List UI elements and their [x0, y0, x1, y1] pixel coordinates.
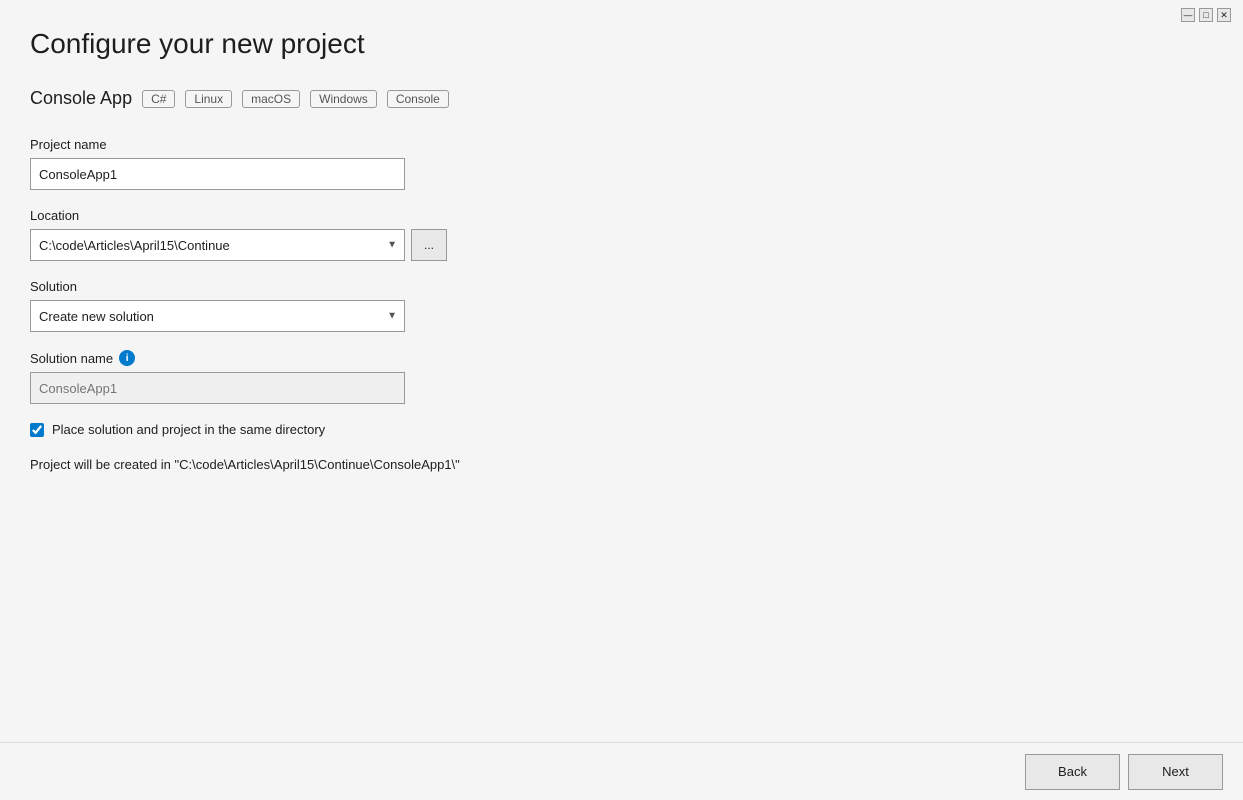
main-container: — □ ✕ Configure your new project Console…: [0, 0, 1243, 800]
window-maximize[interactable]: □: [1199, 8, 1213, 22]
solution-group: Solution Create new solution Add to exis…: [30, 279, 1213, 332]
window-minimize[interactable]: —: [1181, 8, 1195, 22]
template-info-row: Console App C# Linux macOS Windows Conso…: [30, 88, 1213, 109]
back-button[interactable]: Back: [1025, 754, 1120, 790]
project-name-group: Project name: [30, 137, 1213, 190]
tag-macos: macOS: [242, 90, 300, 108]
solution-select[interactable]: Create new solution Add to existing solu…: [30, 300, 405, 332]
location-row: ▼ ...: [30, 229, 1213, 261]
solution-label: Solution: [30, 279, 1213, 294]
solution-name-input[interactable]: [30, 372, 405, 404]
window-controls-area: — □ ✕: [1181, 8, 1231, 22]
browse-button[interactable]: ...: [411, 229, 447, 261]
project-name-label: Project name: [30, 137, 1213, 152]
window-close[interactable]: ✕: [1217, 8, 1231, 22]
tag-linux: Linux: [185, 90, 232, 108]
bottom-bar: Back Next: [0, 742, 1243, 800]
tag-windows: Windows: [310, 90, 377, 108]
checkbox-label[interactable]: Place solution and project in the same d…: [52, 422, 325, 437]
same-directory-checkbox[interactable]: [30, 423, 44, 437]
solution-name-label: Solution name i: [30, 350, 1213, 366]
tag-console: Console: [387, 90, 449, 108]
checkbox-row: Place solution and project in the same d…: [30, 422, 1213, 437]
solution-name-group: Solution name i: [30, 350, 1213, 404]
project-path-info: Project will be created in "C:\code\Arti…: [30, 457, 1213, 472]
template-name: Console App: [30, 88, 132, 109]
tag-csharp: C#: [142, 90, 175, 108]
location-label: Location: [30, 208, 1213, 223]
location-select-wrapper: ▼: [30, 229, 405, 261]
page-title: Configure your new project: [30, 28, 1213, 60]
project-name-input[interactable]: [30, 158, 405, 190]
location-input[interactable]: [30, 229, 405, 261]
info-icon[interactable]: i: [119, 350, 135, 366]
next-button[interactable]: Next: [1128, 754, 1223, 790]
solution-select-wrapper: Create new solution Add to existing solu…: [30, 300, 405, 332]
location-group: Location ▼ ...: [30, 208, 1213, 261]
